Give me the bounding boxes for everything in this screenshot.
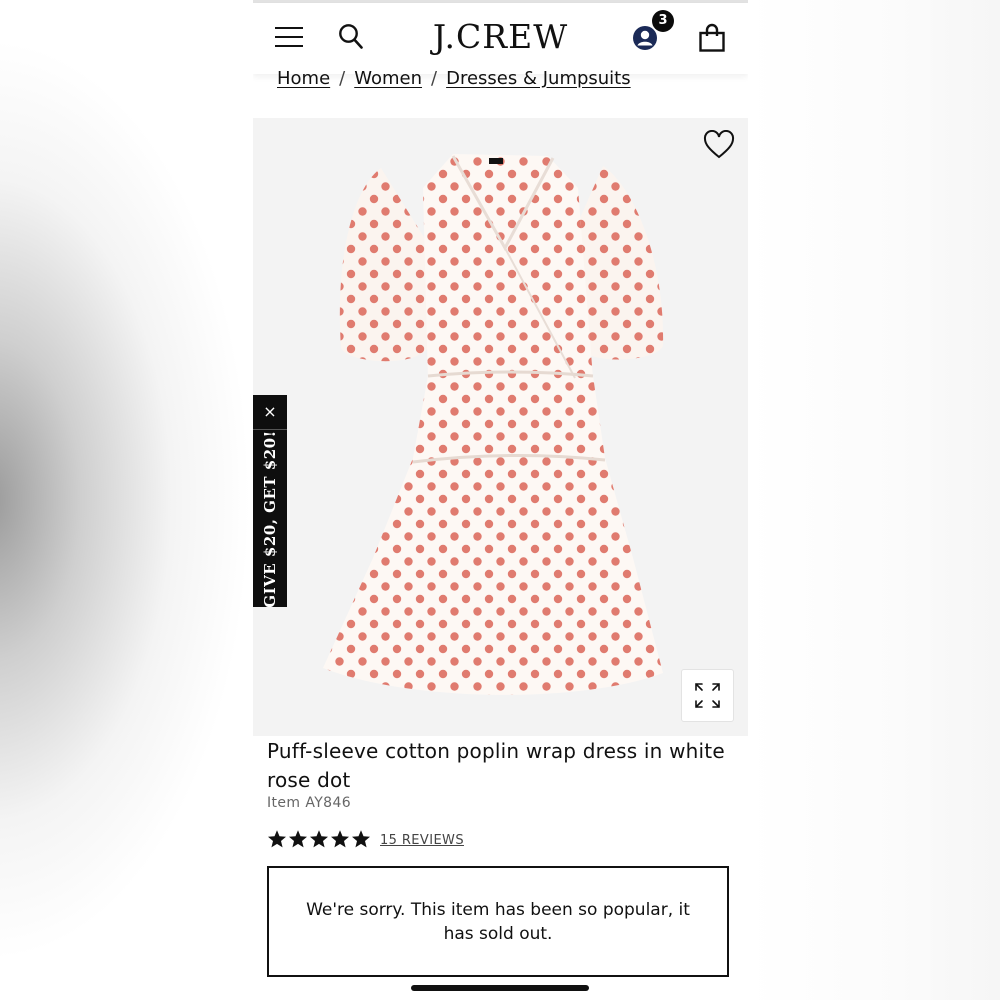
breadcrumb-dresses-jumpsuits[interactable]: Dresses & Jumpsuits xyxy=(446,68,631,89)
home-indicator[interactable] xyxy=(411,985,589,991)
product-title: Puff-sleeve cotton poplin wrap dress in … xyxy=(267,739,725,792)
bag-icon[interactable] xyxy=(698,23,726,53)
breadcrumb: Home / Women / Dresses & Jumpsuits xyxy=(277,68,631,89)
account-icon[interactable] xyxy=(632,25,658,51)
sold-out-notice: We're sorry. This item has been so popul… xyxy=(267,866,729,977)
cart-count-badge: 3 xyxy=(652,10,674,32)
sold-out-message: We're sorry. This item has been so popul… xyxy=(306,899,690,944)
expand-icon xyxy=(695,683,720,708)
product-image-area[interactable] xyxy=(253,118,748,736)
star-icon xyxy=(268,830,286,848)
breadcrumb-women[interactable]: Women xyxy=(354,68,422,89)
search-icon[interactable] xyxy=(338,23,364,51)
promo-label: GIVE $20, GET $20! xyxy=(261,429,279,608)
breadcrumb-separator: / xyxy=(431,68,438,89)
expand-image-button[interactable] xyxy=(681,669,734,722)
star-icon xyxy=(289,830,307,848)
item-number: Item AY846 xyxy=(267,795,352,811)
phone-screen: J.CREW 3 Home / Women / Dresses & Jumpsu… xyxy=(253,0,748,1000)
page-background-right xyxy=(748,0,1000,1000)
breadcrumb-home[interactable]: Home xyxy=(277,68,330,89)
promo-close-button[interactable]: × xyxy=(253,395,287,430)
menu-icon[interactable] xyxy=(275,27,303,47)
rating-stars[interactable] xyxy=(267,829,371,849)
star-icon xyxy=(352,830,370,848)
referral-promo-tab[interactable]: GIVE $20, GET $20! xyxy=(253,430,287,607)
star-icon xyxy=(310,830,328,848)
heart-icon[interactable] xyxy=(703,129,735,160)
reviews-link[interactable]: 15 REVIEWS xyxy=(380,833,464,848)
brand-logo[interactable]: J.CREW xyxy=(393,17,608,56)
star-icon xyxy=(331,830,349,848)
product-image xyxy=(323,154,664,695)
site-header: J.CREW 3 xyxy=(253,3,748,74)
breadcrumb-separator: / xyxy=(339,68,346,89)
